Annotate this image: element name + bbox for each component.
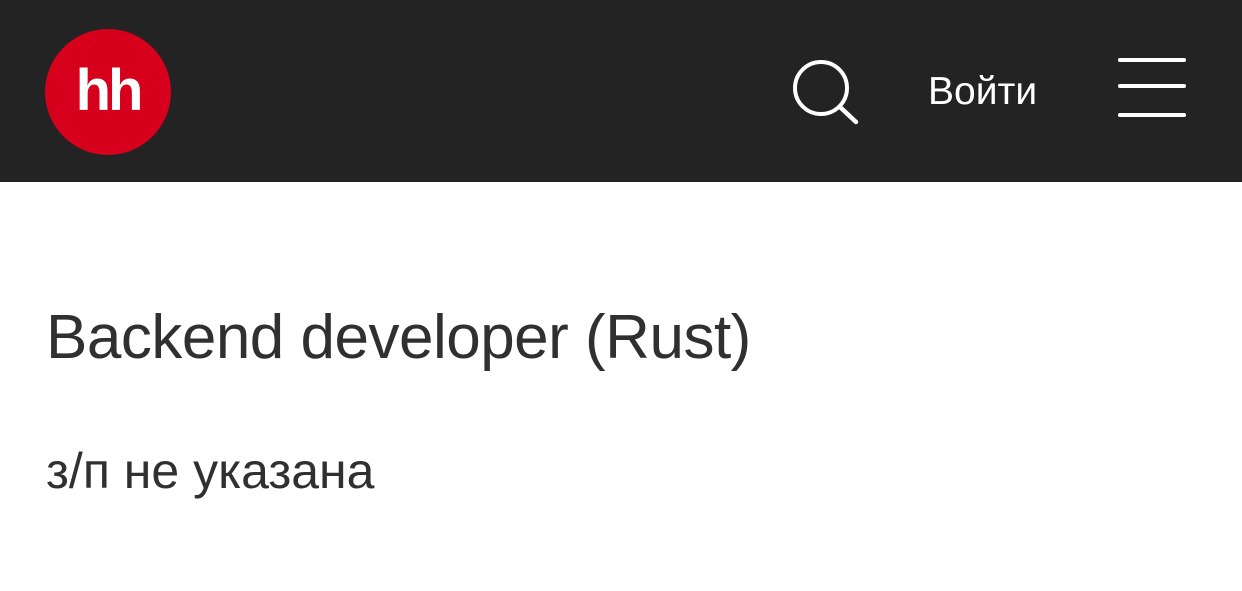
hamburger-menu-icon — [1118, 84, 1186, 88]
search-icon — [793, 60, 859, 125]
login-button[interactable]: Войти — [928, 64, 1037, 120]
hh-logo[interactable]: hh — [45, 29, 171, 155]
hamburger-menu-icon — [1118, 58, 1186, 62]
top-navigation-bar: hh Войти — [0, 0, 1242, 182]
search-button[interactable] — [789, 56, 863, 130]
menu-button[interactable] — [1114, 54, 1190, 124]
salary-text: з/п не указана — [46, 443, 375, 499]
vacancy-title: Backend developer (Rust) — [46, 303, 751, 372]
hamburger-menu-icon — [1118, 113, 1186, 117]
